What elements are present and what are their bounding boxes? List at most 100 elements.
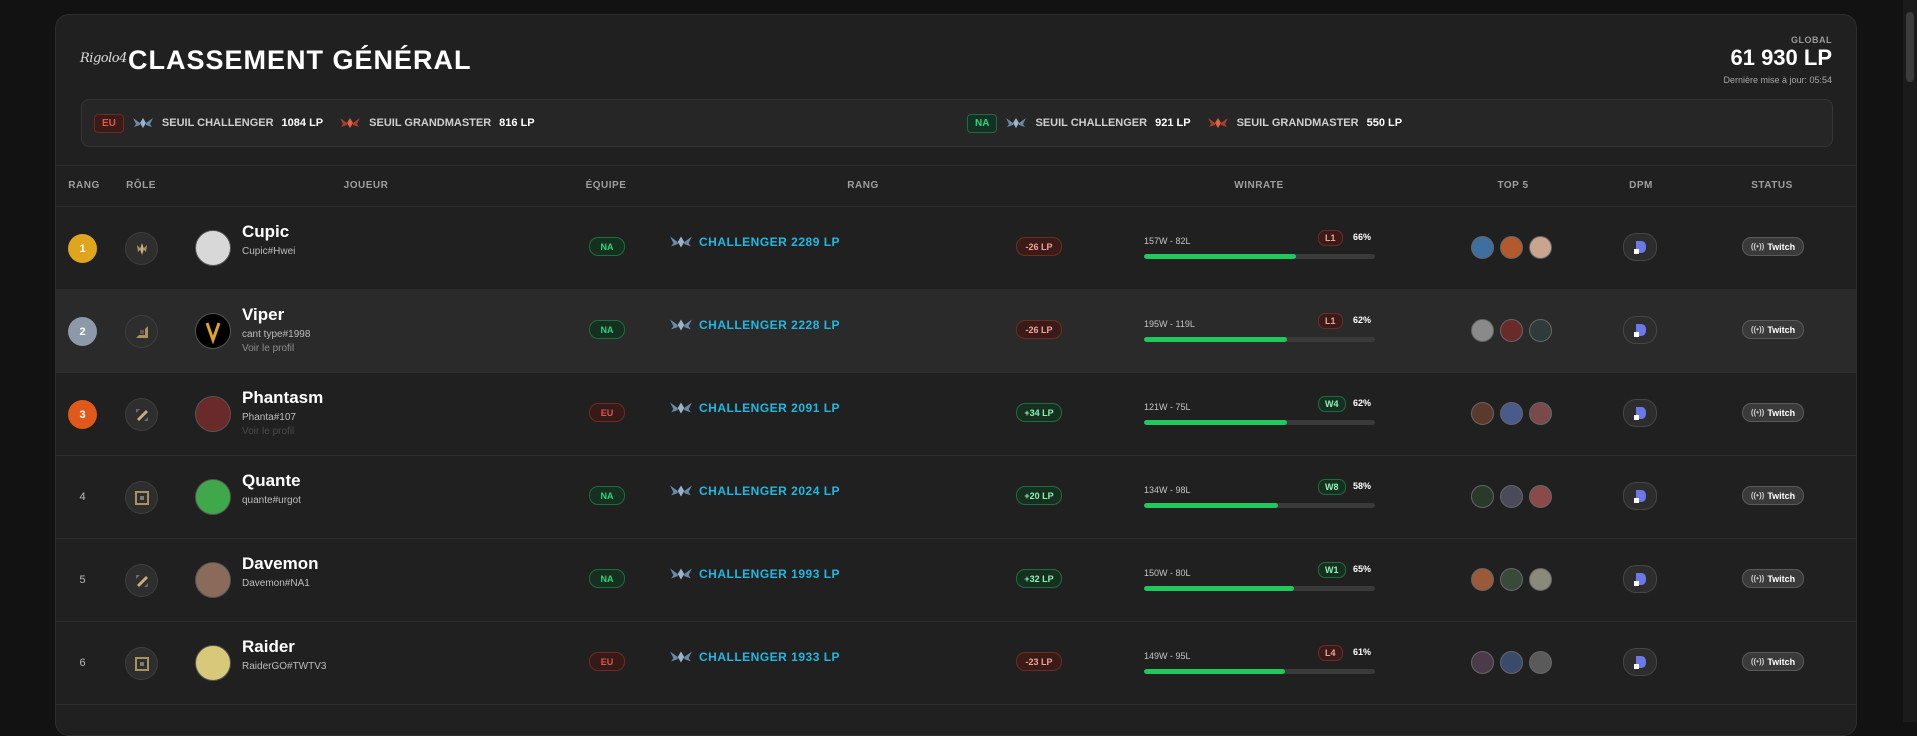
grandmaster-threshold-label: SEUIL GRANDMASTER	[1236, 117, 1359, 129]
dpm-button[interactable]	[1623, 565, 1657, 593]
table-row[interactable]: 1 Cupic Cupic#Hwei NA CHALLENGER 2289 LP…	[56, 206, 1856, 290]
table-row[interactable]: 5 Davemon Davemon#NA1 NA CHALLENGER 1993…	[56, 538, 1856, 622]
scrollbar-thumb[interactable]	[1906, 12, 1914, 82]
logo: Rigolo4	[80, 51, 127, 66]
dpm-button[interactable]	[1623, 648, 1657, 676]
column-header-dpm[interactable]: DPM	[1629, 180, 1653, 191]
winrate-bar	[1144, 503, 1375, 508]
challenger-threshold-label: SEUIL CHALLENGER	[1035, 117, 1148, 129]
streak-badge: W4	[1318, 396, 1346, 412]
top5-champions	[1471, 485, 1552, 508]
column-header-player[interactable]: JOUEUR	[344, 180, 389, 191]
broadcast-icon: ((•))	[1750, 325, 1765, 334]
dpm-button[interactable]	[1623, 399, 1657, 427]
rank-medal: 2	[68, 317, 97, 346]
winrate-bar-fill	[1144, 337, 1288, 342]
column-header-status[interactable]: STATUS	[1751, 180, 1793, 191]
column-header-rank-tier[interactable]: RANG	[847, 180, 878, 191]
team-badge: EU	[589, 403, 625, 422]
champion-icon	[1529, 485, 1552, 508]
team-badge: NA	[589, 237, 625, 256]
challenger-wings-icon	[670, 485, 692, 497]
champion-icon	[1529, 236, 1552, 259]
region-badge-na: NA	[967, 113, 998, 133]
player-name[interactable]: Cupic	[242, 222, 289, 242]
top5-champions	[1471, 402, 1552, 425]
global-lp-value: 61 930 LP	[1730, 45, 1832, 70]
challenger-wings-icon	[670, 236, 692, 248]
rank-tier: CHALLENGER 2091 LP	[669, 400, 840, 416]
streak-badge: W1	[1318, 562, 1346, 578]
player-name[interactable]: Viper	[242, 305, 284, 325]
broadcast-icon: ((•))	[1750, 408, 1765, 417]
dpm-logo-icon	[1634, 573, 1646, 586]
column-header-team[interactable]: ÉQUIPE	[586, 180, 627, 191]
column-header-rank[interactable]: RANG	[68, 180, 99, 191]
twitch-status-button[interactable]: ((•)) Twitch	[1742, 237, 1804, 256]
rank-number: 4	[79, 491, 86, 503]
winrate-bar	[1144, 586, 1375, 591]
rank-number: 5	[79, 574, 86, 586]
rank-tier-text: CHALLENGER 2024 LP	[699, 484, 841, 498]
player-tag: Cupic#Hwei	[242, 246, 296, 257]
lp-change-badge: -26 LP	[1016, 237, 1062, 256]
challenger-threshold-value: 1084 LP	[281, 117, 324, 129]
champion-icon	[1500, 402, 1523, 425]
player-name[interactable]: Raider	[242, 637, 295, 657]
challenger-threshold-value: 921 LP	[1155, 117, 1191, 129]
top5-champions	[1471, 319, 1552, 342]
avatar[interactable]	[195, 313, 231, 349]
dpm-button[interactable]	[1623, 482, 1657, 510]
player-name[interactable]: Phantasm	[242, 388, 323, 408]
winrate-percent: 65%	[1353, 564, 1372, 574]
thresholds-bar: EU SEUIL CHALLENGER 1084 LP SEUIL GRANDM…	[81, 99, 1833, 147]
winrate-bar-fill	[1144, 254, 1297, 259]
avatar[interactable]	[195, 562, 231, 598]
dpm-button[interactable]	[1623, 233, 1657, 261]
twitch-status-button[interactable]: ((•)) Twitch	[1742, 403, 1804, 422]
champion-icon	[1500, 651, 1523, 674]
streak-badge: L1	[1318, 230, 1343, 246]
view-profile-link[interactable]: Voir le profil	[242, 343, 294, 354]
rank-medal: 1	[68, 234, 97, 263]
table-row[interactable]: 3 Phantasm Phanta#107 Voir le profil EU …	[56, 372, 1856, 456]
winrate-percent: 61%	[1353, 647, 1372, 657]
rank-tier: CHALLENGER 2289 LP	[669, 234, 840, 250]
player-name[interactable]: Davemon	[242, 554, 319, 574]
player-name[interactable]: Quante	[242, 471, 301, 491]
twitch-status-button[interactable]: ((•)) Twitch	[1742, 486, 1804, 505]
page-scrollbar[interactable]	[1903, 0, 1917, 722]
dpm-button[interactable]	[1623, 316, 1657, 344]
table-row[interactable]: 4 Quante quante#urgot NA CHALLENGER 2024…	[56, 455, 1856, 539]
rank-tier-text: CHALLENGER 2228 LP	[699, 318, 841, 332]
avatar[interactable]	[195, 396, 231, 432]
broadcast-icon: ((•))	[1750, 491, 1765, 500]
column-header-winrate[interactable]: WINRATE	[1234, 180, 1283, 191]
winrate-bar	[1144, 420, 1375, 425]
avatar[interactable]	[195, 645, 231, 681]
challenger-wings-icon	[1006, 118, 1027, 128]
grandmaster-wings-icon	[1207, 118, 1228, 128]
twitch-label: Twitch	[1767, 241, 1796, 252]
global-label: GLOBAL	[1791, 35, 1832, 45]
twitch-label: Twitch	[1767, 656, 1796, 667]
support-icon	[125, 481, 158, 514]
champion-icon	[1500, 319, 1523, 342]
column-header-top5[interactable]: TOP 5	[1497, 180, 1528, 191]
avatar[interactable]	[195, 479, 231, 515]
thresholds-na: NA SEUIL CHALLENGER 921 LP SEUIL GRANDMA…	[967, 100, 1410, 146]
twitch-label: Twitch	[1767, 573, 1796, 584]
champion-icon	[1471, 485, 1494, 508]
twitch-status-button[interactable]: ((•)) Twitch	[1742, 320, 1804, 339]
column-header-role[interactable]: RÔLE	[126, 180, 156, 191]
rank-tier-text: CHALLENGER 1993 LP	[699, 567, 841, 581]
table-row[interactable]: 6 Raider RaiderGO#TWTV3 EU CHALLENGER 19…	[56, 621, 1856, 705]
winrate-bar	[1144, 337, 1375, 342]
view-profile-link[interactable]: Voir le profil	[242, 426, 294, 437]
winrate-bar-fill	[1144, 420, 1288, 425]
twitch-status-button[interactable]: ((•)) Twitch	[1742, 569, 1804, 588]
support-icon	[125, 647, 158, 680]
avatar[interactable]	[195, 230, 231, 266]
twitch-status-button[interactable]: ((•)) Twitch	[1742, 652, 1804, 671]
table-row[interactable]: 2 Viper cant type#1998 Voir le profil NA…	[56, 289, 1856, 373]
